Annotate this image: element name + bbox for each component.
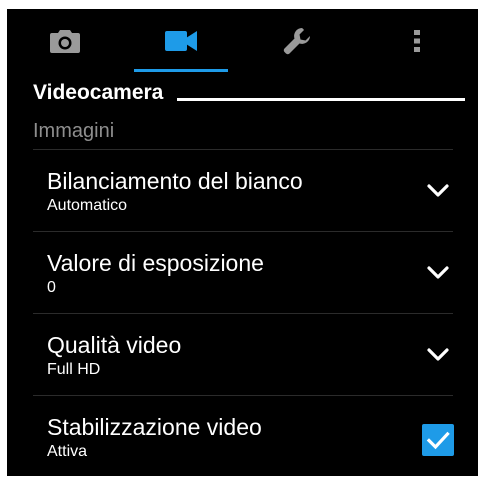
active-tab-indicator (134, 69, 228, 72)
setting-value: 0 (47, 279, 56, 296)
videocam-icon (165, 30, 197, 51)
wrench-icon (283, 27, 311, 55)
tab-camera[interactable] (7, 9, 123, 72)
setting-title: Qualità video (47, 332, 182, 358)
setting-value: Automatico (47, 197, 128, 214)
tab-more[interactable] (355, 9, 478, 72)
chevron-down-icon[interactable] (427, 348, 449, 362)
tab-video[interactable] (123, 9, 239, 72)
category-header: Immagini (33, 120, 115, 142)
chevron-down-icon[interactable] (427, 266, 449, 280)
settings-panel: Videocamera Immagini Bilanciamento del b… (7, 9, 478, 476)
stabilization-checkbox[interactable] (422, 424, 454, 456)
camera-icon (50, 29, 80, 53)
setting-title: Bilanciamento del bianco (47, 168, 303, 194)
more-vert-icon (413, 29, 420, 52)
chevron-down-icon[interactable] (427, 184, 449, 198)
setting-video-stabilization[interactable]: Stabilizzazione video Attiva (7, 396, 478, 476)
setting-value: Attiva (47, 443, 88, 460)
tab-tools[interactable] (239, 9, 355, 72)
setting-exposure[interactable]: Valore di esposizione 0 (7, 232, 478, 312)
checkmark-icon (426, 431, 450, 450)
setting-video-quality[interactable]: Qualità video Full HD (7, 314, 478, 394)
section-title: Videocamera (33, 81, 164, 104)
setting-white-balance[interactable]: Bilanciamento del bianco Automatico (7, 150, 478, 230)
setting-title: Valore di esposizione (47, 250, 264, 276)
setting-title: Stabilizzazione video (47, 414, 262, 440)
setting-value: Full HD (47, 361, 101, 378)
section-title-rule (177, 98, 465, 101)
tab-bar (7, 9, 478, 72)
